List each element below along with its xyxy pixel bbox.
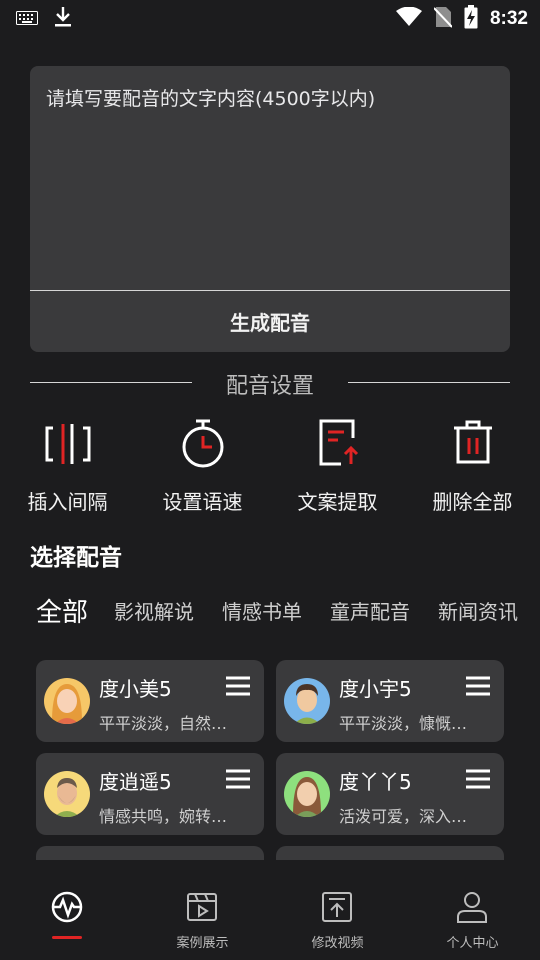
menu-icon[interactable] bbox=[225, 675, 251, 697]
voice-card[interactable]: 度丫丫5 活泼可爱，深入… bbox=[276, 753, 504, 835]
divider-right bbox=[348, 382, 510, 383]
voice-name: 度小美5 bbox=[99, 677, 172, 701]
female-avatar-green bbox=[284, 771, 330, 817]
video-play-icon bbox=[187, 893, 217, 921]
voice-name: 度小宇5 bbox=[339, 677, 412, 701]
active-tab-indicator bbox=[52, 936, 82, 939]
voice-category-tabs: 全部 影视解说 情感书单 童声配音 新闻资讯 bbox=[0, 590, 540, 634]
trash-icon bbox=[454, 420, 492, 464]
extract-text-button[interactable]: 文案提取 bbox=[270, 410, 405, 520]
bottom-navigation: 案例展示 修改视频 个人中心 bbox=[0, 880, 540, 960]
download-icon bbox=[54, 6, 72, 32]
waveform-icon bbox=[51, 891, 83, 923]
menu-icon[interactable] bbox=[225, 768, 251, 790]
delete-all-button[interactable]: 删除全部 bbox=[405, 410, 540, 520]
stopwatch-icon bbox=[182, 419, 224, 468]
wifi-icon bbox=[395, 6, 422, 31]
settings-section-header: 配音设置 bbox=[30, 366, 510, 402]
no-sim-icon bbox=[433, 6, 453, 32]
voice-description: 活泼可爱，深入… bbox=[339, 807, 468, 826]
choose-voice-title: 选择配音 bbox=[30, 545, 122, 571]
status-bar: 8:32 bbox=[0, 0, 540, 36]
battery-charging-icon bbox=[464, 5, 478, 33]
tab-film-commentary[interactable]: 影视解说 bbox=[114, 596, 194, 625]
tab-news[interactable]: 新闻资讯 bbox=[438, 596, 518, 625]
text-input-panel: 生成配音 bbox=[30, 66, 510, 352]
voice-grid: 度小美5 平平淡淡，自然… 度小宇5 平平淡淡，慷慨… 度逍遥5 情感共鸣，婉转… bbox=[0, 658, 540, 860]
menu-icon[interactable] bbox=[465, 675, 491, 697]
set-speed-button[interactable]: 设置语速 bbox=[135, 410, 270, 520]
female-avatar-blonde bbox=[44, 678, 90, 724]
insert-pause-icon bbox=[45, 424, 91, 464]
voice-card[interactable]: 度逍遥5 情感共鸣，婉转… bbox=[36, 753, 264, 835]
tab-all[interactable]: 全部 bbox=[36, 592, 88, 629]
tab-child-voice[interactable]: 童声配音 bbox=[330, 596, 410, 625]
nav-dubbing[interactable] bbox=[0, 880, 135, 960]
document-extract-icon bbox=[319, 419, 359, 466]
voice-description: 平平淡淡，自然… bbox=[99, 714, 228, 733]
voice-card[interactable]: 度小美5 平平淡淡，自然… bbox=[36, 660, 264, 742]
clock: 8:32 bbox=[489, 8, 528, 29]
voice-card[interactable]: 度小宇5 平平淡淡，慷慨… bbox=[276, 660, 504, 742]
nav-label: 个人中心 bbox=[446, 936, 499, 951]
generate-dubbing-button[interactable]: 生成配音 bbox=[30, 291, 510, 352]
nav-edit-video[interactable]: 修改视频 bbox=[270, 880, 405, 960]
male-avatar-blue bbox=[284, 678, 330, 724]
voice-description: 情感共鸣，婉转… bbox=[99, 807, 228, 826]
voice-card[interactable] bbox=[36, 846, 264, 860]
male-avatar-beard bbox=[44, 771, 90, 817]
nav-label: 修改视频 bbox=[311, 936, 364, 951]
tool-label: 插入间隔 bbox=[27, 490, 108, 514]
voice-name: 度逍遥5 bbox=[99, 770, 172, 794]
nav-label: 案例展示 bbox=[176, 936, 229, 951]
tool-label: 删除全部 bbox=[432, 490, 513, 514]
person-icon bbox=[457, 892, 487, 923]
tool-label: 文案提取 bbox=[297, 490, 378, 514]
dubbing-text-input[interactable] bbox=[30, 66, 510, 290]
settings-tools: 插入间隔 设置语速 文案提取 删除全部 bbox=[0, 410, 540, 520]
upload-box-icon bbox=[322, 892, 352, 922]
voice-name: 度丫丫5 bbox=[339, 770, 412, 794]
tool-label: 设置语速 bbox=[162, 490, 243, 514]
keyboard-icon bbox=[16, 10, 38, 29]
voice-card[interactable] bbox=[276, 846, 504, 860]
nav-case-showcase[interactable]: 案例展示 bbox=[135, 880, 270, 960]
insert-pause-button[interactable]: 插入间隔 bbox=[0, 410, 135, 520]
menu-icon[interactable] bbox=[465, 768, 491, 790]
nav-profile[interactable]: 个人中心 bbox=[405, 880, 540, 960]
settings-title: 配音设置 bbox=[225, 374, 314, 399]
tab-emotional-booklist[interactable]: 情感书单 bbox=[222, 596, 302, 625]
voice-description: 平平淡淡，慷慨… bbox=[339, 714, 468, 733]
